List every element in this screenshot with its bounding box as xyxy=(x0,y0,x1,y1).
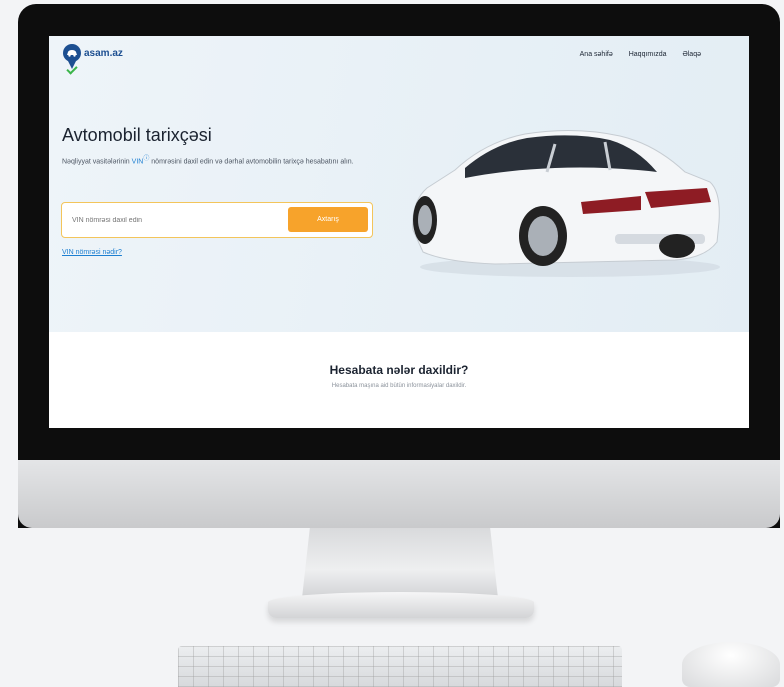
check-icon xyxy=(66,63,78,75)
hero-description-end: nömrəsini daxil edin və dərhal avtomobil… xyxy=(149,158,354,166)
nav-link-home[interactable]: Ana səhifə xyxy=(580,51,613,58)
imac-chin xyxy=(18,460,780,528)
imac-stand xyxy=(302,528,498,598)
website-screen: asam.az Ana səhifə Haqqımızda Əlaqə Avto… xyxy=(49,36,749,428)
brand-name: asam.az xyxy=(84,47,123,59)
mouse xyxy=(682,642,780,687)
nav-link-contact[interactable]: Əlaqə xyxy=(682,51,701,58)
top-nav: Ana səhifə Haqqımızda Əlaqə xyxy=(580,51,701,58)
hero-section: asam.az Ana səhifə Haqqımızda Əlaqə Avto… xyxy=(49,36,749,332)
car-image xyxy=(412,129,720,277)
vin-highlight: VIN xyxy=(131,158,144,166)
what-is-vin-link[interactable]: VIN nömrəsi nədir? xyxy=(62,249,122,256)
section-subtitle: Hesabata maşına aid bütün informasiyalar… xyxy=(331,383,467,389)
nav-link-about[interactable]: Haqqımızda xyxy=(629,51,667,58)
imac-stand-base xyxy=(268,592,534,618)
page-title: Avtomobil tarixçəsi xyxy=(62,125,212,145)
vin-search-input[interactable] xyxy=(70,212,294,228)
hero-description: Nəqliyyat vasitələrinin VINⓘ nömrəsini d… xyxy=(62,154,392,167)
keyboard xyxy=(178,646,622,687)
car-pin-icon xyxy=(63,44,81,75)
hero-description-start: Nəqliyyat vasitələrinin xyxy=(62,158,132,166)
search-button[interactable]: Axtarış xyxy=(288,207,368,232)
vin-search-form: Axtarış xyxy=(61,202,373,238)
section-title: Hesabata nələr daxildir? xyxy=(329,363,469,377)
site-logo[interactable]: asam.az xyxy=(63,44,123,75)
